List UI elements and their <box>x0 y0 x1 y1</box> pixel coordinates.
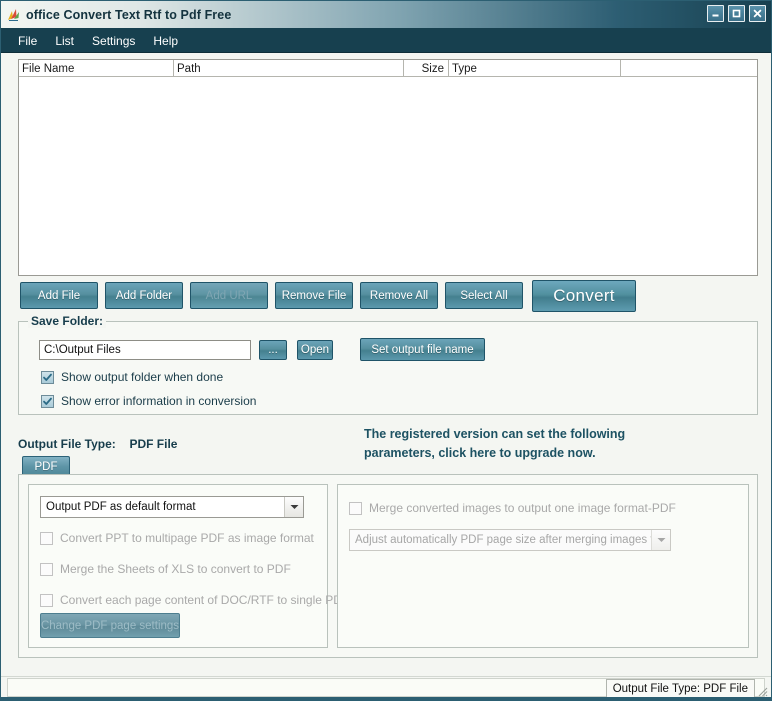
menu-item-file[interactable]: File <box>9 32 46 50</box>
show-error-info-label: Show error information in conversion <box>61 394 257 408</box>
file-list-view[interactable]: File Name Path Size Type <box>18 59 758 276</box>
add-url-button: Add URL <box>190 282 268 309</box>
menu-item-help[interactable]: Help <box>144 32 187 50</box>
application-window: office Convert Text Rtf to Pdf Free File… <box>0 0 772 701</box>
show-error-info-checkbox-row[interactable]: Show error information in conversion <box>41 394 256 408</box>
status-output-file-type: Output File Type: PDF File <box>605 679 755 698</box>
output-file-type-label: Output File Type: <box>18 437 116 451</box>
maximize-button[interactable] <box>728 5 745 22</box>
title-bar: office Convert Text Rtf to Pdf Free <box>1 1 771 29</box>
action-button-row: Add File Add Folder Add URL Remove File … <box>20 280 758 316</box>
menu-bar: File List Settings Help <box>1 29 771 53</box>
remove-file-button[interactable]: Remove File <box>275 282 353 309</box>
merge-xls-sheets-checkbox-row: Merge the Sheets of XLS to convert to PD… <box>40 562 291 576</box>
client-area: File Name Path Size Type Add File Add Fo… <box>1 53 771 676</box>
close-button[interactable] <box>749 5 766 22</box>
checkbox-unchecked-icon <box>40 562 53 576</box>
upgrade-message-line1: The registered version can set the follo… <box>364 427 626 441</box>
change-pdf-page-settings-button: Change PDF page settings <box>40 613 180 638</box>
column-header-size[interactable]: Size <box>404 60 449 76</box>
convert-button[interactable]: Convert <box>532 280 636 312</box>
merge-page-size-combo: Adjust automatically PDF page size after… <box>349 529 671 551</box>
convert-ppt-multipage-label: Convert PPT to multipage PDF as image fo… <box>60 531 314 545</box>
tab-pdf[interactable]: PDF <box>22 456 70 476</box>
output-file-type-line: Output File Type: PDF File <box>18 437 177 451</box>
pdf-options-left-group: Output PDF as default format Convert PPT… <box>28 484 349 648</box>
convert-each-page-checkbox-row: Convert each page content of DOC/RTF to … <box>40 593 349 607</box>
column-header-path[interactable]: Path <box>174 60 404 76</box>
checkbox-checked-icon[interactable] <box>41 370 54 384</box>
open-folder-button[interactable]: Open <box>297 340 333 360</box>
merge-images-label: Merge converted images to output one ima… <box>369 501 676 515</box>
window-bottom-edge <box>1 697 771 700</box>
chevron-down-icon[interactable] <box>284 497 303 517</box>
window-title: office Convert Text Rtf to Pdf Free <box>26 7 232 22</box>
save-folder-title: Save Folder: <box>28 314 107 328</box>
add-folder-button[interactable]: Add Folder <box>105 282 183 309</box>
chevron-down-icon <box>651 530 670 550</box>
output-format-combo-value: Output PDF as default format <box>46 501 196 513</box>
select-all-button[interactable]: Select All <box>445 282 523 309</box>
column-header-extra[interactable] <box>621 60 756 76</box>
show-output-folder-checkbox-row[interactable]: Show output folder when done <box>41 370 223 384</box>
column-header-file-name[interactable]: File Name <box>19 60 174 76</box>
output-format-combo[interactable]: Output PDF as default format <box>40 496 304 518</box>
app-logo-icon <box>5 6 23 24</box>
menu-item-list[interactable]: List <box>46 32 83 50</box>
column-header-type[interactable]: Type <box>449 60 621 76</box>
show-output-folder-label: Show output folder when done <box>61 370 224 384</box>
minimize-button[interactable] <box>707 5 724 22</box>
file-list-body[interactable] <box>19 77 757 275</box>
pdf-options-right-group: Merge converted images to output one ima… <box>337 484 749 648</box>
merge-page-size-combo-value: Adjust automatically PDF page size after… <box>355 534 651 546</box>
file-list-header: File Name Path Size Type <box>19 60 757 77</box>
convert-ppt-multipage-checkbox-row: Convert PPT to multipage PDF as image fo… <box>40 531 314 545</box>
checkbox-unchecked-icon <box>40 531 53 545</box>
menu-item-settings[interactable]: Settings <box>83 32 144 50</box>
checkbox-checked-icon[interactable] <box>41 394 54 408</box>
merge-xls-sheets-label: Merge the Sheets of XLS to convert to PD… <box>60 562 291 576</box>
output-file-type-value: PDF File <box>129 437 178 451</box>
convert-each-page-label: Convert each page content of DOC/RTF to … <box>60 593 350 607</box>
save-folder-group: Save Folder: ... Open Set output file na… <box>18 314 758 415</box>
add-file-button[interactable]: Add File <box>20 282 98 309</box>
remove-all-button[interactable]: Remove All <box>360 282 438 309</box>
format-tab-panel: Output PDF as default format Convert PPT… <box>18 474 758 658</box>
output-path-input[interactable] <box>39 340 251 360</box>
set-output-file-name-button[interactable]: Set output file name <box>360 338 485 361</box>
resize-grip-icon[interactable] <box>755 684 769 698</box>
window-controls <box>707 5 766 22</box>
checkbox-unchecked-icon <box>349 501 362 515</box>
browse-folder-button[interactable]: ... <box>259 340 287 360</box>
checkbox-unchecked-icon <box>40 593 53 607</box>
merge-images-checkbox-row: Merge converted images to output one ima… <box>349 501 676 515</box>
